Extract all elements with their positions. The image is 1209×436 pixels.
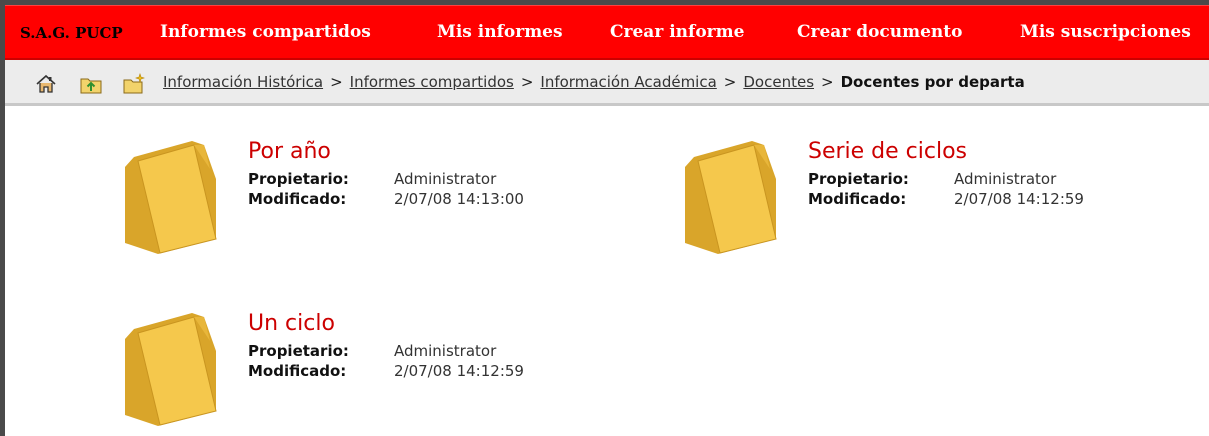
brand-link[interactable]: S.A.G. PUCP [20,24,123,42]
modified-row: Modificado: 2/07/08 14:12:59 [248,361,524,381]
owner-value: Administrator [394,170,497,188]
nav-informes-compartidos[interactable]: Informes compartidos [160,22,371,42]
modified-label: Modificado: [248,190,347,208]
folder-icon[interactable] [120,139,220,255]
owner-row: Propietario: Administrator [248,341,496,361]
folder-icon[interactable] [680,139,780,255]
new-folder-icon[interactable] [123,73,145,95]
modified-row: Modificado: 2/07/08 14:13:00 [248,189,524,209]
modified-value: 2/07/08 14:12:59 [394,362,524,380]
nav-mis-suscripciones[interactable]: Mis suscripciones [1020,22,1191,42]
breadcrumb-separator: > [330,73,343,91]
owner-row: Propietario: Administrator [248,169,496,189]
breadcrumb-link-informes[interactable]: Informes compartidos [350,73,514,91]
breadcrumb-link-academica[interactable]: Información Académica [540,73,716,91]
nav-mis-informes[interactable]: Mis informes [437,22,563,42]
modified-value: 2/07/08 14:12:59 [954,190,1084,208]
owner-label: Propietario: [808,170,909,188]
breadcrumb-current: Docentes por departa [840,73,1025,91]
nav-crear-documento[interactable]: Crear documento [797,22,962,42]
owner-row: Propietario: Administrator [808,169,1056,189]
owner-label: Propietario: [248,170,349,188]
home-icon[interactable] [35,73,57,95]
nav-crear-informe[interactable]: Crear informe [610,22,744,42]
breadcrumb-separator: > [520,73,534,91]
breadcrumb-separator: > [821,73,834,91]
breadcrumb-link-docentes[interactable]: Docentes [743,73,814,91]
breadcrumb: Información Histórica > Informes compartid… [163,73,1025,91]
modified-label: Modificado: [248,362,347,380]
modified-value: 2/07/08 14:13:00 [394,190,524,208]
modified-row: Modificado: 2/07/08 14:12:59 [808,189,1084,209]
folder-title[interactable]: Serie de ciclos [808,139,967,165]
folder-title[interactable]: Por año [248,139,331,165]
folder-title[interactable]: Un ciclo [248,311,335,337]
owner-value: Administrator [394,342,497,360]
folder-up-icon[interactable] [80,73,102,95]
modified-label: Modificado: [808,190,907,208]
breadcrumb-bar: Información Histórica > Informes compartid… [5,60,1209,106]
breadcrumb-link-historica[interactable]: Información Histórica [163,73,323,91]
breadcrumb-separator: > [723,73,737,91]
report-browser: S.A.G. PUCP Informes compartidos Mis inf… [0,0,1209,436]
owner-value: Administrator [954,170,1057,188]
folder-icon[interactable] [120,311,220,427]
top-navbar: S.A.G. PUCP Informes compartidos Mis inf… [5,5,1209,60]
owner-label: Propietario: [248,342,349,360]
